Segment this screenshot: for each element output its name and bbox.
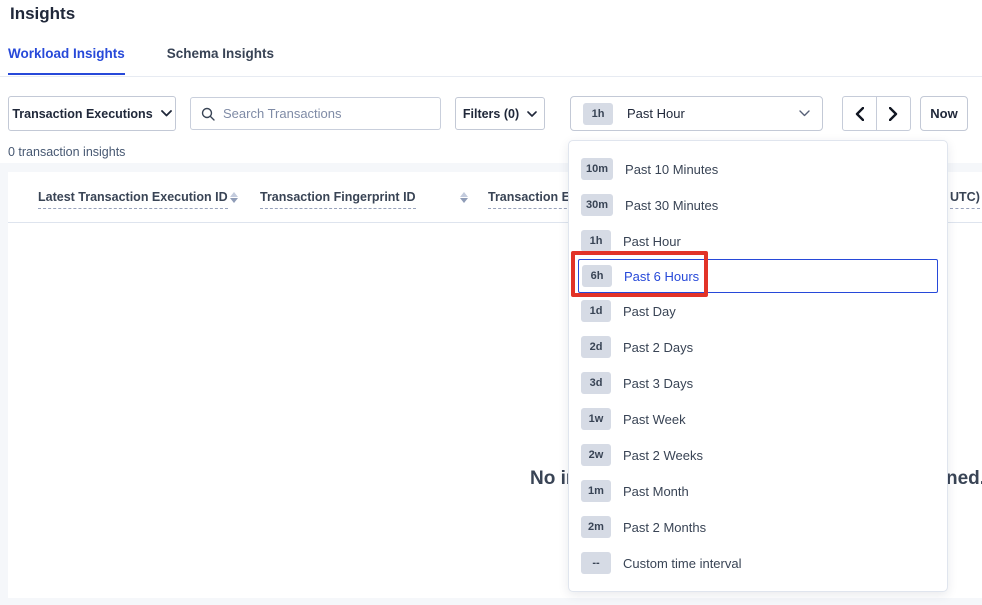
view-selector-label: Transaction Executions: [12, 107, 152, 121]
now-label: Now: [930, 106, 957, 121]
now-button[interactable]: Now: [920, 96, 968, 131]
time-option-badge: 10m: [581, 158, 613, 180]
filters-label: Filters (0): [463, 107, 519, 121]
time-option-badge: 1m: [581, 480, 611, 502]
search-input[interactable]: [223, 106, 430, 121]
time-step-buttons: [842, 96, 911, 131]
time-option-past-day[interactable]: 1d Past Day: [569, 293, 947, 329]
insights-page: Insights Workload Insights Schema Insigh…: [0, 0, 982, 605]
time-option-past-10-minutes[interactable]: 10m Past 10 Minutes: [569, 151, 947, 187]
time-option-past-30-minutes[interactable]: 30m Past 30 Minutes: [569, 187, 947, 223]
column-header-transaction-fingerprint-id[interactable]: Transaction Fingerprint ID: [260, 190, 416, 209]
sort-icon[interactable]: [230, 192, 238, 203]
time-option-badge: 2d: [581, 336, 611, 358]
chevron-down-icon: [161, 110, 172, 117]
time-option-badge: 2w: [581, 444, 611, 466]
chevron-right-icon: [889, 107, 898, 121]
insights-count: 0 transaction insights: [8, 145, 125, 159]
time-prev-button[interactable]: [842, 96, 877, 131]
column-header-latest-transaction-execution-id[interactable]: Latest Transaction Execution ID: [38, 190, 228, 209]
time-option-badge: 1d: [581, 300, 611, 322]
time-option-badge: 1h: [581, 230, 611, 252]
time-range-selector[interactable]: 1h Past Hour: [570, 96, 823, 131]
chevron-down-icon: [527, 111, 537, 117]
time-option-badge: 30m: [581, 194, 613, 216]
time-option-past-3-days[interactable]: 3d Past 3 Days: [569, 365, 947, 401]
empty-state-text-fragment: ned.: [946, 468, 982, 490]
time-option-past-2-months[interactable]: 2m Past 2 Months: [569, 509, 947, 545]
time-option-badge: 2m: [581, 516, 611, 538]
time-option-badge: 6h: [582, 265, 612, 287]
search-transactions-box[interactable]: [190, 97, 441, 130]
time-option-custom-time-interval[interactable]: -- Custom time interval: [569, 545, 947, 581]
time-option-past-hour[interactable]: 1h Past Hour: [569, 223, 947, 259]
tab-schema-insights[interactable]: Schema Insights: [167, 46, 274, 75]
column-header-transaction-partial[interactable]: Transaction Ex: [488, 190, 577, 209]
time-range-label: Past Hour: [627, 106, 785, 121]
time-next-button[interactable]: [876, 96, 911, 131]
time-range-dropdown-menu: 10m Past 10 Minutes 30m Past 30 Minutes …: [568, 140, 948, 592]
tab-workload-insights[interactable]: Workload Insights: [8, 46, 125, 75]
time-option-past-week[interactable]: 1w Past Week: [569, 401, 947, 437]
search-icon: [201, 107, 215, 121]
chevron-left-icon: [855, 107, 864, 121]
filters-dropdown[interactable]: Filters (0): [455, 97, 545, 130]
view-selector-dropdown[interactable]: Transaction Executions: [8, 96, 176, 131]
page-title: Insights: [10, 4, 75, 24]
time-range-badge: 1h: [583, 103, 613, 125]
time-option-past-6-hours[interactable]: 6h Past 6 Hours: [578, 259, 938, 293]
time-option-past-2-days[interactable]: 2d Past 2 Days: [569, 329, 947, 365]
column-header-utc-partial[interactable]: UTC): [950, 190, 980, 209]
time-option-badge: 3d: [581, 372, 611, 394]
time-option-badge: 1w: [581, 408, 611, 430]
time-option-past-2-weeks[interactable]: 2w Past 2 Weeks: [569, 437, 947, 473]
sort-icon[interactable]: [460, 192, 468, 203]
tab-bar: Workload Insights Schema Insights: [8, 46, 274, 75]
time-option-past-month[interactable]: 1m Past Month: [569, 473, 947, 509]
chevron-down-icon: [799, 110, 810, 117]
time-option-badge: --: [581, 552, 611, 574]
tabs-divider: [0, 76, 982, 77]
